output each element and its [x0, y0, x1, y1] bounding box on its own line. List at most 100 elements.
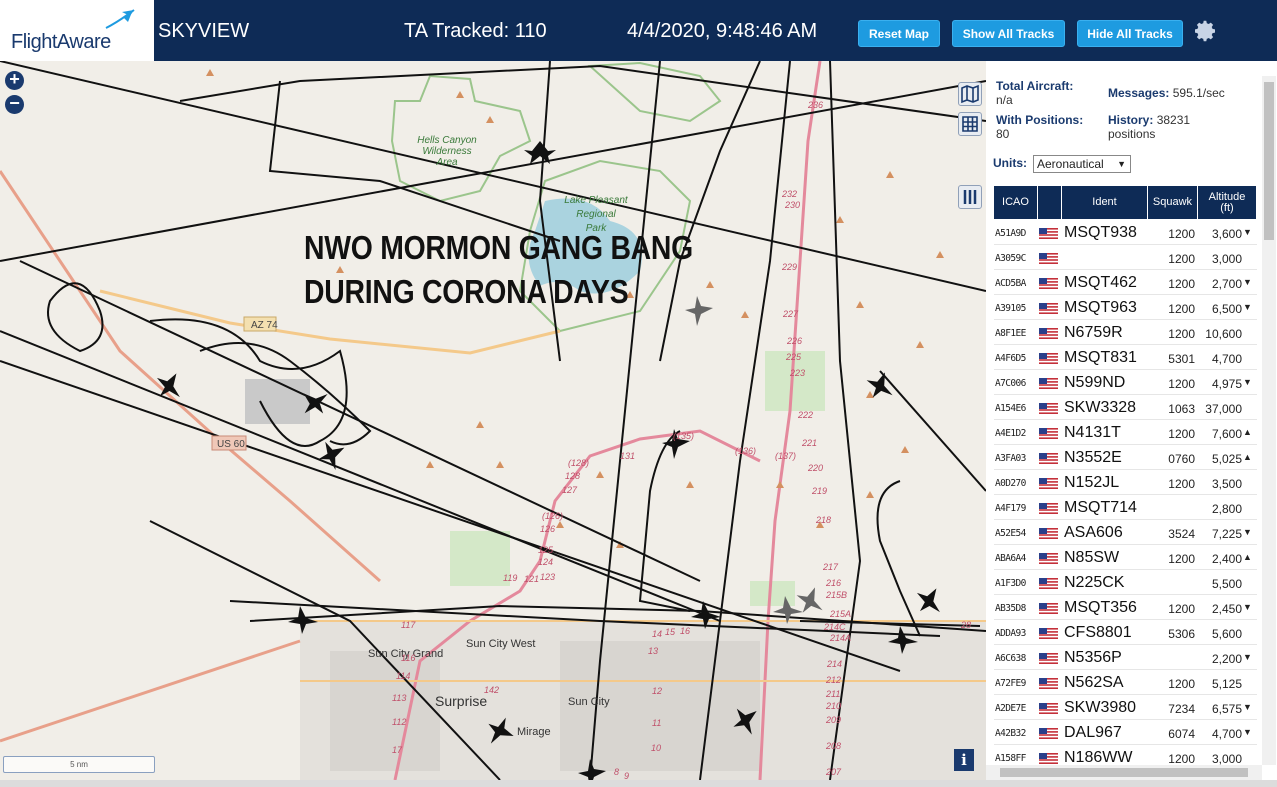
table-row[interactable]: A0D270 N152JL 1200 3,500 — [994, 470, 1257, 495]
show-all-tracks-button[interactable]: Show All Tracks — [952, 20, 1065, 47]
row-ident: MSQT356 — [1064, 599, 1137, 616]
us-flag-icon — [1039, 228, 1058, 239]
table-row[interactable]: A3059C 1200 3,000 — [994, 245, 1257, 270]
row-altitude: 2,200 — [1211, 652, 1242, 666]
row-ident: DAL967 — [1064, 724, 1122, 741]
table-row[interactable]: A3FA03 N3552E 0760 5,025 ▲ — [994, 445, 1257, 470]
us-flag-icon — [1039, 253, 1058, 264]
table-row[interactable]: ABA6A4 N85SW 1200 2,400 ▲ — [994, 545, 1257, 570]
aircraft-icon[interactable] — [909, 581, 950, 622]
row-icao: A3FA03 — [995, 453, 1026, 464]
sun-city-label: Sun City — [568, 696, 610, 708]
table-row[interactable]: A1F3D0 N225CK 5,500 — [994, 570, 1257, 595]
table-row[interactable]: ADDA93 CFS8801 5306 5,600 — [994, 620, 1257, 645]
table-row[interactable]: A2DE7E SKW3980 7234 6,575 ▼ — [994, 695, 1257, 720]
map-layers-button[interactable] — [958, 82, 982, 106]
row-ident: SKW3980 — [1064, 699, 1137, 716]
map-view[interactable]: Hells Canyon Wilderness Area Lake Pleasa… — [0, 61, 986, 780]
us-flag-icon — [1039, 528, 1058, 539]
road-number-label: 236 — [807, 100, 823, 110]
table-row[interactable]: A8F1EE N6759R 1200 10,600 — [994, 320, 1257, 345]
plane-logo-icon — [105, 9, 135, 29]
us-flag-icon — [1039, 428, 1058, 439]
table-row[interactable]: A42B32 DAL967 6074 4,700 ▼ — [994, 720, 1257, 745]
zoom-out-button[interactable]: − — [5, 94, 24, 114]
table-row[interactable]: ACD5BA MSQT462 1200 2,700 ▼ — [994, 270, 1257, 295]
road-number-label: 222 — [797, 410, 813, 420]
table-row[interactable]: A72FE9 N562SA 1200 5,125 — [994, 670, 1257, 695]
panel-horizontal-scrollbar[interactable] — [986, 765, 1262, 780]
row-altitude-trend: ▼ — [1243, 652, 1252, 662]
table-row[interactable]: A39105 MSQT963 1200 6,500 ▼ — [994, 295, 1257, 320]
panel-vertical-scrollbar[interactable] — [1262, 76, 1276, 765]
row-icao: A0D270 — [995, 478, 1026, 489]
table-row[interactable]: A7C006 N599ND 1200 4,975 ▼ — [994, 370, 1257, 395]
grid-icon — [962, 116, 978, 132]
table-row[interactable]: A6C638 N5356P 2,200 ▼ — [994, 645, 1257, 670]
us-flag-icon — [1039, 503, 1058, 514]
row-altitude: 2,700 — [1211, 277, 1242, 291]
table-row[interactable]: A52E54 ASA606 3524 7,225 ▼ — [994, 520, 1257, 545]
row-altitude: 6,575 — [1211, 702, 1242, 716]
road-number-label: (126) — [542, 511, 563, 521]
road-number-label: 220 — [807, 463, 823, 473]
road-number-label: 112 — [392, 717, 406, 727]
dropdown-arrow-icon: ▼ — [1117, 159, 1126, 169]
info-icon[interactable]: i — [954, 749, 974, 771]
table-row[interactable]: A4F179 MSQT714 2,800 — [994, 495, 1257, 520]
top-bar: FlightAware SKYVIEW TA Tracked: 110 4/4/… — [0, 0, 1277, 61]
zoom-in-button[interactable]: + — [5, 70, 24, 90]
row-squawk: 1200 — [1168, 277, 1195, 291]
table-row[interactable]: A51A9D MSQT938 1200 3,600 ▼ — [994, 220, 1257, 245]
row-squawk: 1200 — [1168, 327, 1195, 341]
row-altitude-trend: ▼ — [1243, 227, 1252, 237]
col-flag[interactable] — [1038, 186, 1062, 219]
horizontal-scroll-thumb[interactable] — [1000, 768, 1248, 777]
hide-all-tracks-button[interactable]: Hide All Tracks — [1077, 20, 1183, 47]
road-number-label: 225 — [785, 352, 802, 362]
road-number-label: 113 — [392, 693, 406, 703]
road-number-label: 123 — [540, 572, 555, 582]
road-number-label: 219 — [811, 486, 827, 496]
row-squawk: 5301 — [1168, 352, 1195, 366]
reset-map-button[interactable]: Reset Map — [858, 20, 940, 47]
app-name: SKYVIEW — [158, 20, 250, 42]
row-icao: ADDA93 — [995, 628, 1026, 639]
gear-icon[interactable] — [1194, 19, 1218, 43]
flightaware-logo[interactable]: FlightAware — [0, 0, 154, 61]
row-altitude-trend: ▼ — [1243, 727, 1252, 737]
row-icao: A7C006 — [995, 378, 1026, 389]
aircraft-icon[interactable] — [791, 581, 831, 620]
col-altitude[interactable]: Altitude (ft) — [1198, 186, 1257, 219]
table-row[interactable]: A154E6 SKW3328 1063 37,000 — [994, 395, 1257, 420]
surprise-label: Surprise — [435, 693, 487, 709]
row-ident: ASA606 — [1064, 524, 1123, 541]
messages-stat: Messages: 595.1/sec — [1108, 86, 1225, 100]
grid-toggle-button[interactable] — [958, 112, 982, 136]
vertical-scroll-thumb[interactable] — [1264, 82, 1274, 240]
az74-label: AZ 74 — [251, 320, 278, 331]
road-number-label: 9 — [624, 771, 629, 780]
row-altitude: 5,500 — [1211, 577, 1242, 591]
road-number-label: 211 — [825, 689, 840, 699]
row-icao: A42B32 — [995, 728, 1026, 739]
col-squawk[interactable]: Squawk — [1148, 186, 1198, 219]
col-icao[interactable]: ICAO — [994, 186, 1038, 219]
row-altitude: 2,400 — [1211, 552, 1242, 566]
row-icao: A2DE7E — [995, 703, 1026, 714]
tracked-count: TA Tracked: 110 — [404, 20, 547, 42]
row-altitude: 3,500 — [1211, 477, 1242, 491]
bottom-strip — [0, 780, 1277, 787]
row-squawk: 1200 — [1168, 377, 1195, 391]
table-row[interactable]: AB35D8 MSQT356 1200 2,450 ▼ — [994, 595, 1257, 620]
table-row[interactable]: A4F6D5 MSQT831 5301 4,700 — [994, 345, 1257, 370]
row-altitude: 7,225 — [1211, 527, 1242, 541]
columns-toggle-button[interactable] — [958, 185, 982, 209]
col-ident[interactable]: Ident — [1062, 186, 1148, 219]
col-altitude-label: Altitude — [1208, 190, 1246, 203]
table-row[interactable]: A4E1D2 N4131T 1200 7,600 ▲ — [994, 420, 1257, 445]
row-squawk: 3524 — [1168, 527, 1195, 541]
row-altitude-trend: ▼ — [1243, 377, 1252, 387]
units-select[interactable]: Aeronautical ▼ — [1033, 155, 1131, 173]
road-number-label: 12 — [652, 686, 662, 696]
